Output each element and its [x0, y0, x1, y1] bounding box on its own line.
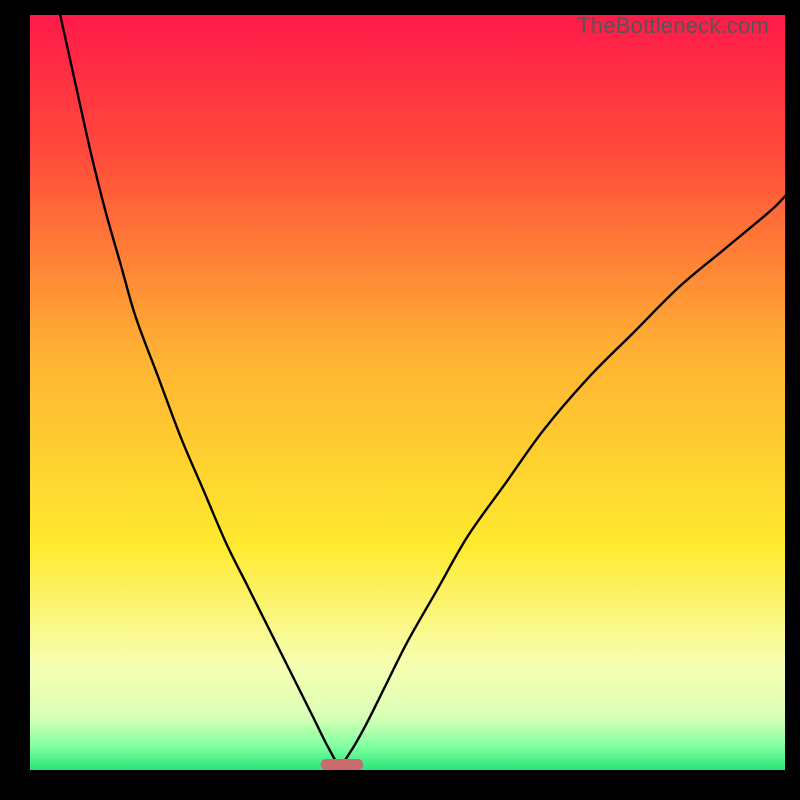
curve-svg [30, 15, 785, 770]
bottleneck-curve [60, 15, 785, 764]
optimum-marker [321, 759, 363, 770]
plot-area: TheBottleneck.com [30, 15, 785, 770]
frame: TheBottleneck.com [0, 0, 800, 800]
